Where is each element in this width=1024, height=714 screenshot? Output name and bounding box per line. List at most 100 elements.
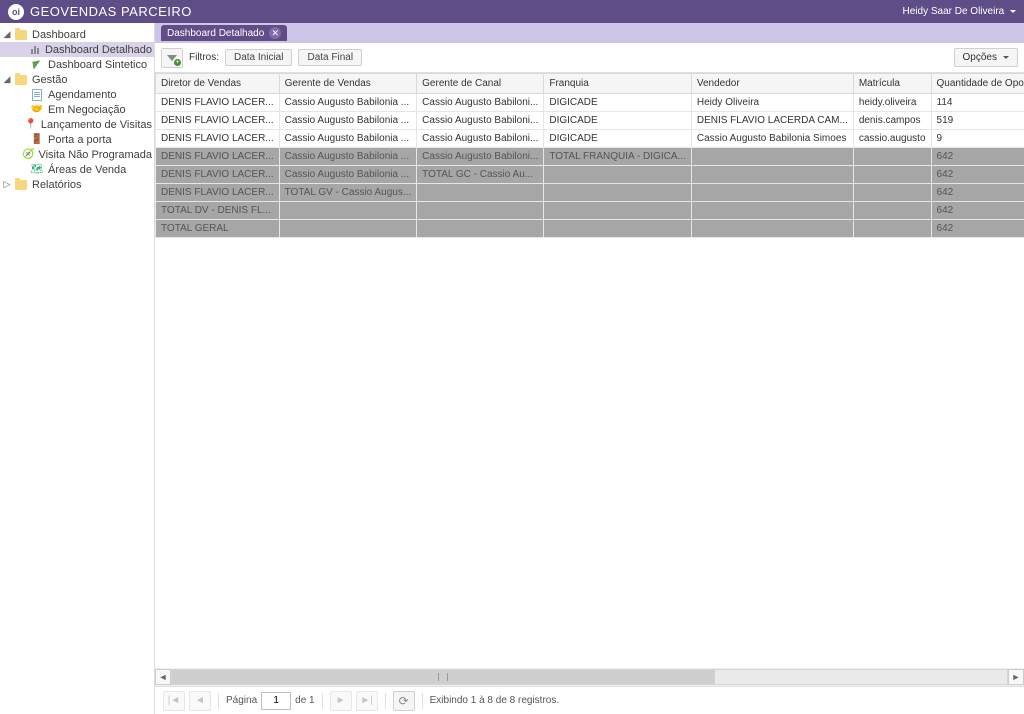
tab-dashboard-detalhado[interactable]: Dashboard Detalhado ✕ <box>161 25 287 41</box>
sidebar-item-lan-amento-de-visitas[interactable]: 📍Lançamento de Visitas <box>0 117 154 132</box>
column-header[interactable]: Matrícula <box>853 74 931 94</box>
sidebar-item-dashboard-detalhado[interactable]: Dashboard Detalhado <box>0 42 154 57</box>
page-of-label: de 1 <box>295 695 314 706</box>
table-row[interactable]: TOTAL DV - DENIS FL...642133 <box>156 202 1024 220</box>
table-cell: 642 <box>931 148 1024 166</box>
table-cell: Cassio Augusto Babilonia ... <box>279 166 417 184</box>
pin-icon: 📍 <box>24 119 36 131</box>
navigation-icon: 🧭 <box>22 149 34 161</box>
table-row[interactable]: DENIS FLAVIO LACER... Cassio Augusto Babi… <box>156 94 1024 112</box>
table-cell: DENIS FLAVIO LACER... <box>156 166 280 184</box>
table-cell: 642 <box>931 166 1024 184</box>
options-button[interactable]: Opções <box>954 48 1018 67</box>
table-cell: DENIS FLAVIO LACER... <box>156 94 280 112</box>
column-header[interactable]: Vendedor <box>691 74 853 94</box>
sidebar-item-label: Visita Não Programada <box>38 149 152 161</box>
table-cell <box>853 220 931 238</box>
column-header[interactable]: Gerente de Canal <box>417 74 544 94</box>
table-row[interactable]: TOTAL GERAL642133 <box>156 220 1024 238</box>
tab-bar: Dashboard Detalhado ✕ <box>155 23 1024 43</box>
data-grid: Diretor de VendasGerente de VendasGerent… <box>155 73 1024 238</box>
table-cell: TOTAL GC - Cassio Au... <box>417 166 544 184</box>
scroll-thumb[interactable] <box>172 670 715 684</box>
column-header[interactable]: Gerente de Vendas <box>279 74 417 94</box>
table-cell <box>417 220 544 238</box>
grid-container: Diretor de VendasGerente de VendasGerent… <box>155 73 1024 686</box>
table-row[interactable]: DENIS FLAVIO LACER...Cassio Augusto Babi… <box>156 148 1024 166</box>
refresh-button[interactable]: ⟳ <box>393 691 415 711</box>
pager-separator <box>322 693 323 709</box>
table-row[interactable]: DENIS FLAVIO LACER... Cassio Augusto Babi… <box>156 130 1024 148</box>
table-cell: TOTAL DV - DENIS FL... <box>156 202 280 220</box>
horizontal-scrollbar[interactable]: ◄ ► <box>155 668 1024 686</box>
table-cell: Cassio Augusto Babilonia ... <box>279 112 417 130</box>
page-input[interactable] <box>261 692 291 710</box>
tab-title: Dashboard Detalhado <box>167 28 264 39</box>
sidebar-item-dashboard-sintetico[interactable]: Dashboard Sintetico <box>0 57 154 72</box>
sidebar-item-porta-a-porta[interactable]: 🚪 Porta a porta <box>0 132 154 147</box>
close-icon[interactable]: ✕ <box>269 27 281 39</box>
user-menu[interactable]: Heidy Saar De Oliveira <box>903 6 1017 17</box>
table-row[interactable]: DENIS FLAVIO LACER...Cassio Augusto Babi… <box>156 112 1024 130</box>
sidebar-item-em-negocia-o[interactable]: 🤝Em Negociação <box>0 102 154 117</box>
table-cell <box>279 202 417 220</box>
table-cell: DIGICADE <box>544 112 692 130</box>
column-header[interactable]: Franquia <box>544 74 692 94</box>
table-cell <box>544 184 692 202</box>
table-row[interactable]: DENIS FLAVIO LACER...TOTAL GV - Cassio A… <box>156 184 1024 202</box>
table-cell <box>691 220 853 238</box>
table-cell <box>691 166 853 184</box>
table-cell: 9 <box>931 130 1024 148</box>
table-cell: Heidy Oliveira <box>691 94 853 112</box>
door-icon: 🚪 <box>30 134 44 146</box>
table-cell: Cassio Augusto Babiloni... <box>417 130 544 148</box>
last-page-button[interactable]: ►| <box>356 691 378 711</box>
table-cell: TOTAL FRANQUIA - DIGICA... <box>544 148 692 166</box>
sidebar-item-visita-n-o-programada[interactable]: 🧭 Visita Não Programada <box>0 147 154 162</box>
scroll-right-icon[interactable]: ► <box>1008 669 1024 685</box>
sidebar-item-label: Dashboard Detalhado <box>45 44 152 56</box>
sidebar-item-label: Áreas de Venda <box>48 164 126 176</box>
date-final-button[interactable]: Data Final <box>298 49 362 66</box>
scroll-track[interactable] <box>171 669 1008 685</box>
sidebar-item--reas-de-venda[interactable]: 🗺Áreas de Venda <box>0 162 154 177</box>
date-initial-button[interactable]: Data Inicial <box>225 49 292 66</box>
sidebar-item-label: Dashboard <box>32 29 86 41</box>
column-header[interactable]: Diretor de Vendas <box>156 74 280 94</box>
sidebar-item-label: Relatórios <box>32 179 82 191</box>
folder-icon <box>14 74 28 86</box>
table-cell: Cassio Augusto Babiloni... <box>417 94 544 112</box>
handshake-icon: 🤝 <box>30 104 44 116</box>
table-cell: DENIS FLAVIO LACER... <box>156 130 280 148</box>
filters-label: Filtros: <box>189 52 219 63</box>
table-cell <box>853 184 931 202</box>
sidebar-item-dashboard[interactable]: ◢ Dashboard <box>0 27 154 42</box>
table-cell <box>853 166 931 184</box>
sidebar-item-gest-o[interactable]: ◢Gestão <box>0 72 154 87</box>
tree-toggle-icon: ◢ <box>2 74 12 85</box>
table-cell <box>691 148 853 166</box>
table-row[interactable]: DENIS FLAVIO LACER...Cassio Augusto Babi… <box>156 166 1024 184</box>
table-cell: Cassio Augusto Babilonia Simoes <box>691 130 853 148</box>
first-page-button[interactable]: |◄ <box>163 691 185 711</box>
table-cell: 642 <box>931 184 1024 202</box>
sidebar-item-relat-rios[interactable]: ▷Relatórios <box>0 177 154 192</box>
prev-page-button[interactable]: ◄ <box>189 691 211 711</box>
table-cell: Cassio Augusto Babilonia ... <box>279 148 417 166</box>
table-cell: DENIS FLAVIO LACER... <box>156 148 280 166</box>
document-icon <box>30 89 44 101</box>
sidebar: ◢ Dashboard Dashboard DetalhadoDashboard S… <box>0 23 155 714</box>
table-cell <box>544 220 692 238</box>
table-cell <box>544 166 692 184</box>
next-page-button[interactable]: ► <box>330 691 352 711</box>
column-header[interactable]: Quantidade de Oportunidades <box>931 74 1024 94</box>
table-cell: DENIS FLAVIO LACERDA CAM... <box>691 112 853 130</box>
sidebar-item-agendamento[interactable]: Agendamento <box>0 87 154 102</box>
sidebar-item-label: Porta a porta <box>48 134 112 146</box>
scroll-left-icon[interactable]: ◄ <box>155 669 171 685</box>
user-name: Heidy Saar De Oliveira <box>903 6 1005 17</box>
add-filter-button[interactable]: + <box>161 48 183 68</box>
tree-toggle-icon: ◢ <box>2 29 12 40</box>
table-cell: TOTAL GV - Cassio Augus... <box>279 184 417 202</box>
grid-scroll[interactable]: Diretor de VendasGerente de VendasGerent… <box>155 73 1024 668</box>
